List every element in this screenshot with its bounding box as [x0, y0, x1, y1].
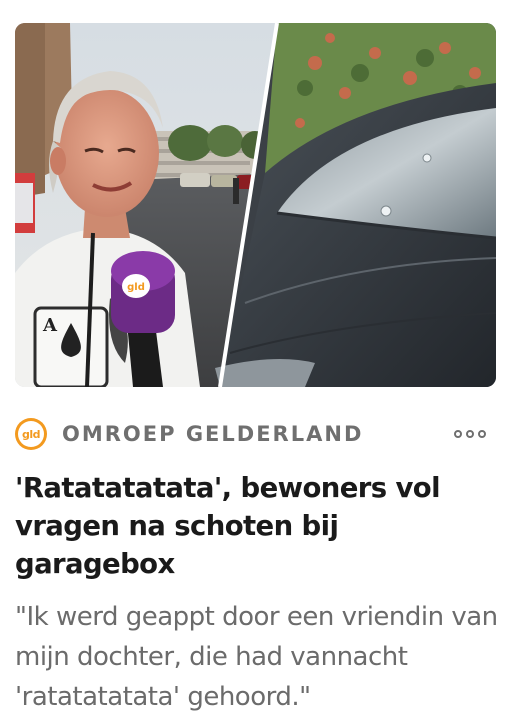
source-logo-icon[interactable]: gld [15, 418, 47, 450]
article-summary: "Ik werd geappt door een vriendin van mi… [15, 602, 498, 712]
article-headline[interactable]: 'Ratatatatata', bewoners vol vragen na s… [15, 469, 505, 583]
svg-text:A: A [42, 315, 58, 336]
article-image[interactable]: A gld [15, 23, 496, 387]
more-dots-icon [454, 430, 462, 438]
source-row: gld OMROEP GELDERLAND [15, 417, 496, 451]
source-logo-text: gld [18, 421, 44, 447]
source-name[interactable]: OMROEP GELDERLAND [62, 422, 363, 446]
more-dots-icon [466, 430, 474, 438]
microphone-logo: gld [127, 282, 145, 293]
news-card[interactable]: A gld gld OMROEP GELDERLAND 'Ratatatatat… [0, 0, 522, 726]
more-options-button[interactable] [452, 419, 488, 449]
article-photo: A gld [15, 23, 496, 387]
more-dots-icon [478, 430, 486, 438]
